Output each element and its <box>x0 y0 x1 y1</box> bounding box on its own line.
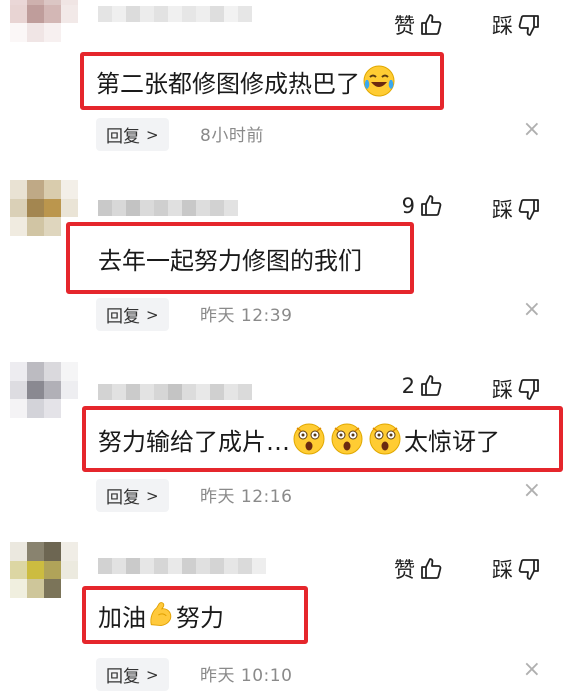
thumbs-up-icon <box>421 14 442 35</box>
chevron-right-icon: > <box>146 305 159 324</box>
avatar[interactable] <box>10 362 78 418</box>
thumbs-down-icon <box>518 15 539 36</box>
comment-text-highlight: 第二张都修图修成热巴了 <box>80 52 444 110</box>
dislike-button[interactable]: 踩 <box>492 554 541 584</box>
close-icon[interactable]: × <box>523 657 541 682</box>
username[interactable] <box>98 384 252 400</box>
comment-text-highlight: 去年一起努力修图的我们 <box>66 222 414 294</box>
dislike-button[interactable]: 踩 <box>492 374 541 404</box>
timestamp: 昨天 12:16 <box>200 487 293 507</box>
comment-text-highlight: 加油 努力 <box>82 586 308 644</box>
dislike-label: 踩 <box>492 558 513 582</box>
username[interactable] <box>98 200 238 216</box>
flexed-biceps-icon <box>150 602 172 627</box>
comment-text: 第二张都修图修成热巴了 <box>96 69 360 98</box>
thumbs-down-icon <box>518 379 539 400</box>
reply-button[interactable]: 回复 > <box>96 479 169 512</box>
like-label: 赞 <box>394 14 415 38</box>
reply-button[interactable]: 回复 > <box>96 298 169 331</box>
like-button[interactable]: 2 <box>402 374 443 398</box>
dislike-label: 踩 <box>492 378 513 402</box>
thumbs-down-icon <box>518 559 539 580</box>
comment-text-after: 努力 <box>176 603 224 632</box>
close-icon[interactable]: × <box>523 297 541 322</box>
like-count: 9 <box>401 194 415 218</box>
avatar[interactable] <box>10 0 78 42</box>
comment-text-after: 太惊讶了 <box>404 427 500 456</box>
reply-label: 回复 <box>106 127 140 147</box>
like-button[interactable]: 赞 <box>394 10 443 40</box>
like-button[interactable]: 9 <box>402 194 443 218</box>
astonished-face-icon <box>369 423 401 455</box>
reply-button[interactable]: 回复 > <box>96 658 169 691</box>
reply-label: 回复 <box>106 488 140 508</box>
comment-text-highlight: 努力输给了成片… 太惊讶了 <box>82 406 563 472</box>
dislike-button[interactable]: 踩 <box>492 194 541 224</box>
username[interactable] <box>98 6 252 22</box>
reply-label: 回复 <box>106 667 140 687</box>
like-count: 2 <box>401 374 415 398</box>
astonished-face-icon <box>331 423 363 455</box>
timestamp: 昨天 10:10 <box>200 666 293 686</box>
reply-label: 回复 <box>106 307 140 327</box>
thumbs-up-icon <box>421 375 442 396</box>
thumbs-down-icon <box>518 199 539 220</box>
chevron-right-icon: > <box>146 125 159 144</box>
timestamp: 昨天 12:39 <box>200 306 293 326</box>
like-button[interactable]: 赞 <box>394 554 443 584</box>
comment-text-before: 加油 <box>98 603 146 632</box>
comment-text: 去年一起努力修图的我们 <box>98 246 362 275</box>
dislike-label: 踩 <box>492 198 513 222</box>
timestamp: 8小时前 <box>200 126 264 146</box>
chevron-right-icon: > <box>146 665 159 684</box>
reply-button[interactable]: 回复 > <box>96 118 169 151</box>
astonished-face-icon <box>293 423 325 455</box>
dislike-button[interactable]: 踩 <box>492 10 541 40</box>
dislike-label: 踩 <box>492 14 513 38</box>
thumbs-up-icon <box>421 558 442 579</box>
crying-laughing-face-icon <box>363 65 395 97</box>
username[interactable] <box>98 558 266 574</box>
like-label: 赞 <box>394 558 415 582</box>
avatar[interactable] <box>10 542 78 598</box>
comment-text-before: 努力输给了成片… <box>98 427 290 456</box>
close-icon[interactable]: × <box>523 117 541 142</box>
chevron-right-icon: > <box>146 486 159 505</box>
thumbs-up-icon <box>421 195 442 216</box>
close-icon[interactable]: × <box>523 478 541 503</box>
